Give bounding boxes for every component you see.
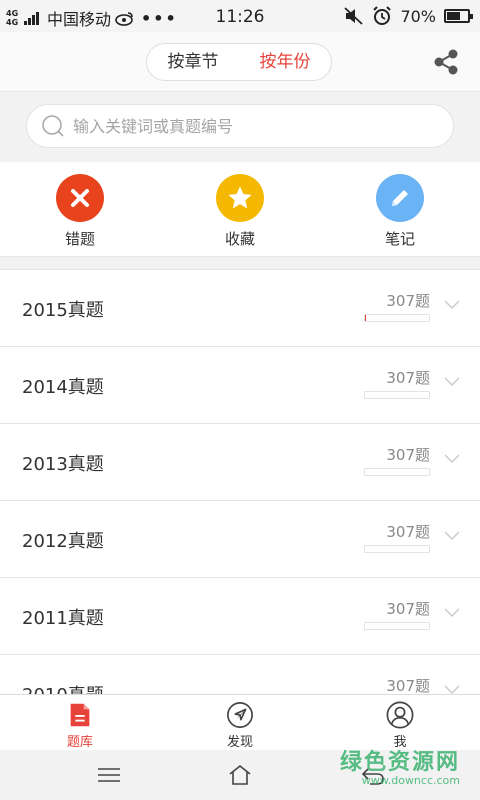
menu-icon[interactable] [96,763,122,787]
list-item-title: 2011真题 [22,608,104,629]
watermark-url: www.downcc.com [361,774,460,787]
progress-bar [364,468,430,476]
share-icon[interactable] [432,48,460,76]
progress-fill [365,315,367,321]
mute-icon [344,7,364,25]
list-item[interactable]: 2012真题 307题 [0,501,480,578]
list-item[interactable]: 2010真题 307题 [0,655,480,694]
header: 按章节 按年份 [0,32,480,92]
compass-icon [227,702,253,728]
chevron-down-icon [444,300,460,310]
list-item[interactable]: 2015真题 307题 [0,270,480,347]
view-mode-switch: 按章节 按年份 [146,43,332,81]
alarm-icon [373,6,392,25]
notes-label: 笔记 [384,230,415,248]
progress-bar [364,314,430,322]
chevron-down-icon [444,377,460,387]
list-item[interactable]: 2013真题 307题 [0,424,480,501]
battery-icon [444,9,473,23]
list-item[interactable]: 2011真题 307题 [0,578,480,655]
tab-discover-label: 发现 [226,735,253,750]
tab-question-bank-label: 题库 [66,735,93,750]
tab-by-chapter[interactable]: 按章节 [147,44,239,80]
list-item-count: 307题 [386,677,430,694]
list-item-count: 307题 [386,292,430,310]
close-icon [71,189,89,207]
wrong-questions-circle [56,174,104,222]
list-item-title: 2012真题 [22,531,104,552]
watermark: 绿色资源网 www.downcc.com [340,744,460,787]
search-box[interactable] [26,104,454,148]
pencil-icon [392,190,408,206]
wrong-questions-label: 错题 [64,230,95,248]
chevron-down-icon [444,685,460,694]
tab-discover[interactable]: 发现 [160,695,320,750]
list-item-title: 2010真题 [22,681,104,694]
progress-bar [364,391,430,399]
chevron-down-icon [444,608,460,618]
list-item-title: 2015真题 [22,300,104,321]
list-item[interactable]: 2014真题 307题 [0,347,480,424]
notes-circle [376,174,424,222]
search-area [0,92,480,162]
search-input[interactable] [73,116,433,136]
list-item-count: 307题 [386,446,430,464]
search-icon [42,115,64,137]
home-icon[interactable] [227,763,253,787]
user-icon [386,701,414,729]
quick-actions: 错题 收藏 笔记 [0,162,480,256]
battery-percent: 70% [400,6,436,26]
year-list: 2015真题 307题 2014真题 307题 2013真题 307题 2012… [0,270,480,694]
list-item-count: 307题 [386,523,430,541]
progress-bar [364,622,430,630]
star-icon [228,186,252,209]
tab-me[interactable]: 我 [320,695,480,750]
list-item-title: 2013真题 [22,454,104,475]
document-icon [70,703,90,727]
bottom-tab-bar: 题库 发现 我 [0,694,480,750]
list-item-count: 307题 [386,369,430,387]
favorites-label: 收藏 [224,230,255,248]
section-divider [0,256,480,270]
chevron-down-icon [444,531,460,541]
list-item-count: 307题 [386,600,430,618]
watermark-title: 绿色资源网 [339,750,460,775]
battery-fill [447,12,461,20]
status-right: 70% [344,6,473,26]
tab-by-year[interactable]: 按年份 [239,44,331,80]
favorites-button[interactable]: 收藏 [160,162,320,256]
wrong-questions-button[interactable]: 错题 [0,162,160,256]
notes-button[interactable]: 笔记 [320,162,480,256]
favorites-circle [216,174,264,222]
status-bar: 4G 4G 中国移动 ••• 11:26 70% [0,0,480,32]
progress-bar [364,545,430,553]
tab-question-bank[interactable]: 题库 [0,695,160,750]
chevron-down-icon [444,454,460,464]
list-item-title: 2014真题 [22,377,104,398]
